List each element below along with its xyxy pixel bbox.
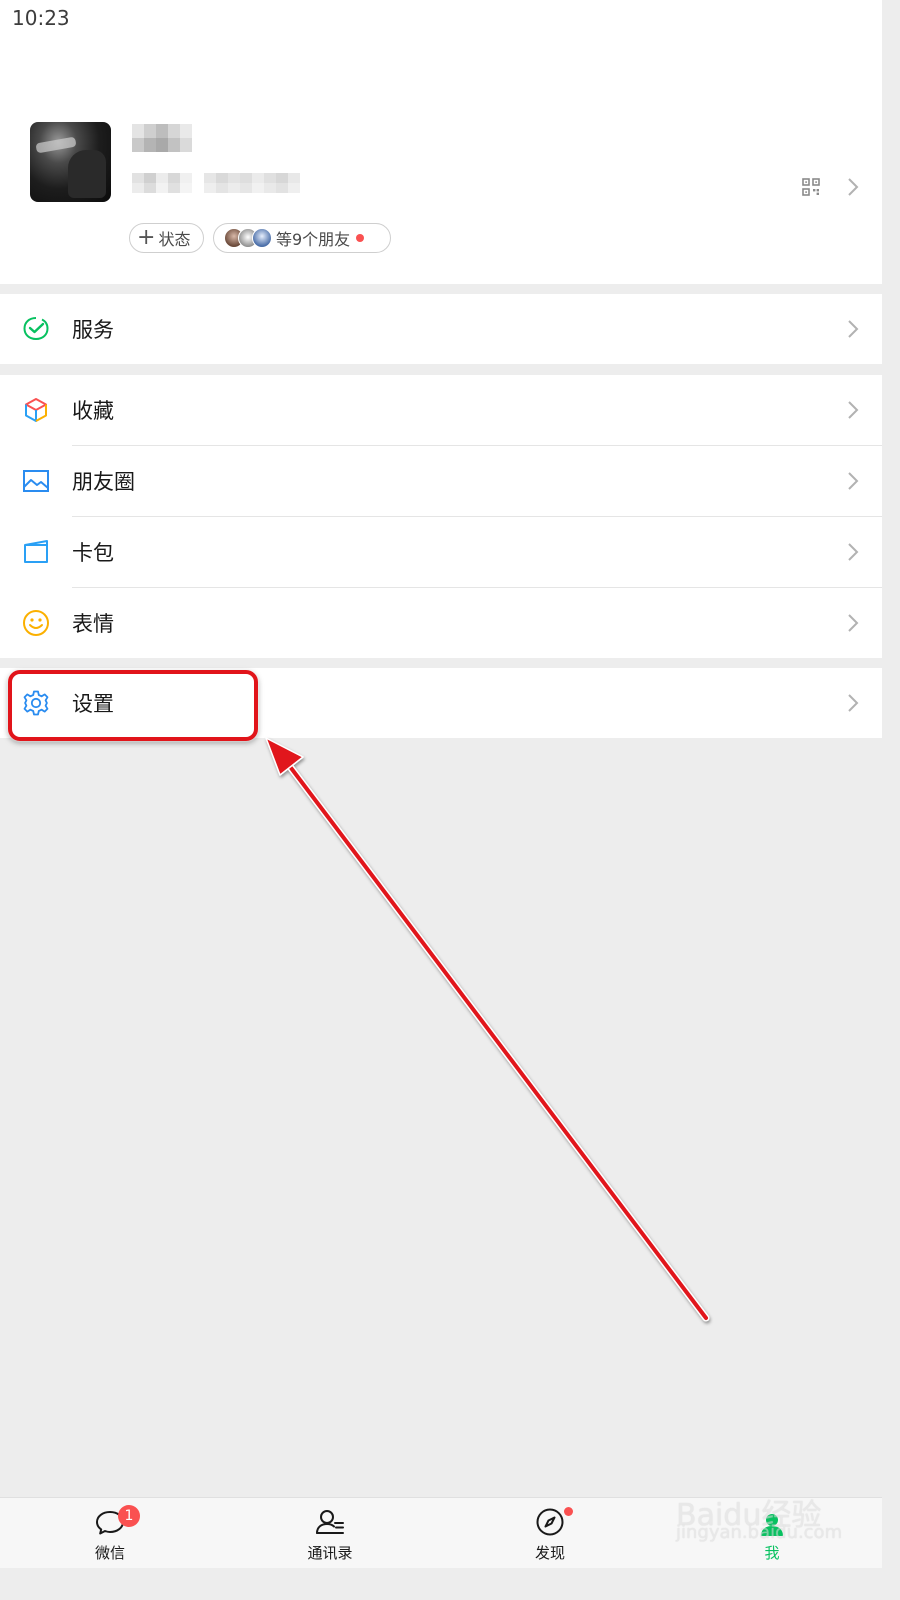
chevron-right-icon bbox=[848, 472, 859, 490]
friends-status-chip[interactable]: 等9个朋友 bbox=[213, 223, 391, 253]
nickname-pixelated bbox=[132, 124, 192, 152]
menu-group-service: 服务 bbox=[0, 294, 882, 364]
qr-code-icon[interactable] bbox=[802, 178, 820, 196]
contacts-icon bbox=[316, 1510, 344, 1534]
tab-discover[interactable]: 发现 bbox=[490, 1498, 610, 1569]
add-status-chip[interactable]: + 状态 bbox=[129, 223, 204, 253]
favorites-cube-icon bbox=[25, 398, 47, 422]
menu-item-favorites[interactable]: 收藏 bbox=[0, 375, 882, 445]
status-bar-time: 10:23 bbox=[12, 6, 70, 30]
chevron-right-icon bbox=[848, 614, 859, 632]
cards-label: 卡包 bbox=[72, 541, 114, 565]
baidu-jingyan-watermark: Baidu经验 jingyan.baidu.com bbox=[676, 1488, 846, 1548]
tab-chats-label: 微信 bbox=[94, 1544, 125, 1562]
card-wallet-icon bbox=[24, 540, 48, 563]
tab-chats[interactable]: 1 微信 bbox=[50, 1498, 170, 1569]
tab-contacts-label: 通讯录 bbox=[307, 1544, 353, 1562]
chevron-right-icon bbox=[848, 320, 859, 338]
friend-avatar bbox=[252, 228, 272, 248]
status-chip-label: 状态 bbox=[158, 230, 191, 249]
compass-icon bbox=[536, 1508, 564, 1536]
service-label: 服务 bbox=[72, 318, 114, 342]
favorites-label: 收藏 bbox=[72, 399, 114, 423]
menu-item-stickers[interactable]: 表情 bbox=[0, 588, 882, 658]
tab-contacts[interactable]: 通讯录 bbox=[270, 1498, 390, 1569]
chevron-right-icon bbox=[848, 401, 859, 419]
menu-item-service[interactable]: 服务 bbox=[0, 294, 882, 364]
chevron-right-icon bbox=[848, 694, 859, 712]
menu-group-main: 收藏 朋友圈 卡包 表情 bbox=[0, 375, 882, 658]
moments-image-icon bbox=[23, 470, 49, 492]
plus-icon: + bbox=[137, 225, 156, 250]
chevron-right-icon bbox=[848, 543, 859, 561]
avatar[interactable] bbox=[30, 122, 111, 202]
unread-dot bbox=[356, 234, 365, 242]
annotation-highlight-box bbox=[8, 670, 258, 741]
profile-chevron-right-icon[interactable] bbox=[846, 176, 860, 198]
friends-chip-label: 等9个朋友 bbox=[276, 230, 351, 249]
service-icon bbox=[23, 317, 49, 341]
menu-item-moments[interactable]: 朋友圈 bbox=[0, 446, 882, 516]
tab-discover-label: 发现 bbox=[534, 1544, 565, 1562]
watermark-sub: jingyan.baidu.com bbox=[676, 1522, 843, 1543]
moments-label: 朋友圈 bbox=[72, 470, 135, 494]
unread-badge: 1 bbox=[118, 1505, 140, 1527]
profile-header: 10:23 + 状态 等9个朋友 bbox=[0, 0, 882, 284]
smiley-icon bbox=[23, 610, 49, 636]
discover-red-dot bbox=[564, 1507, 573, 1516]
stickers-label: 表情 bbox=[72, 612, 114, 636]
menu-item-cards[interactable]: 卡包 bbox=[0, 517, 882, 587]
wechat-id-pixelated bbox=[132, 173, 300, 193]
